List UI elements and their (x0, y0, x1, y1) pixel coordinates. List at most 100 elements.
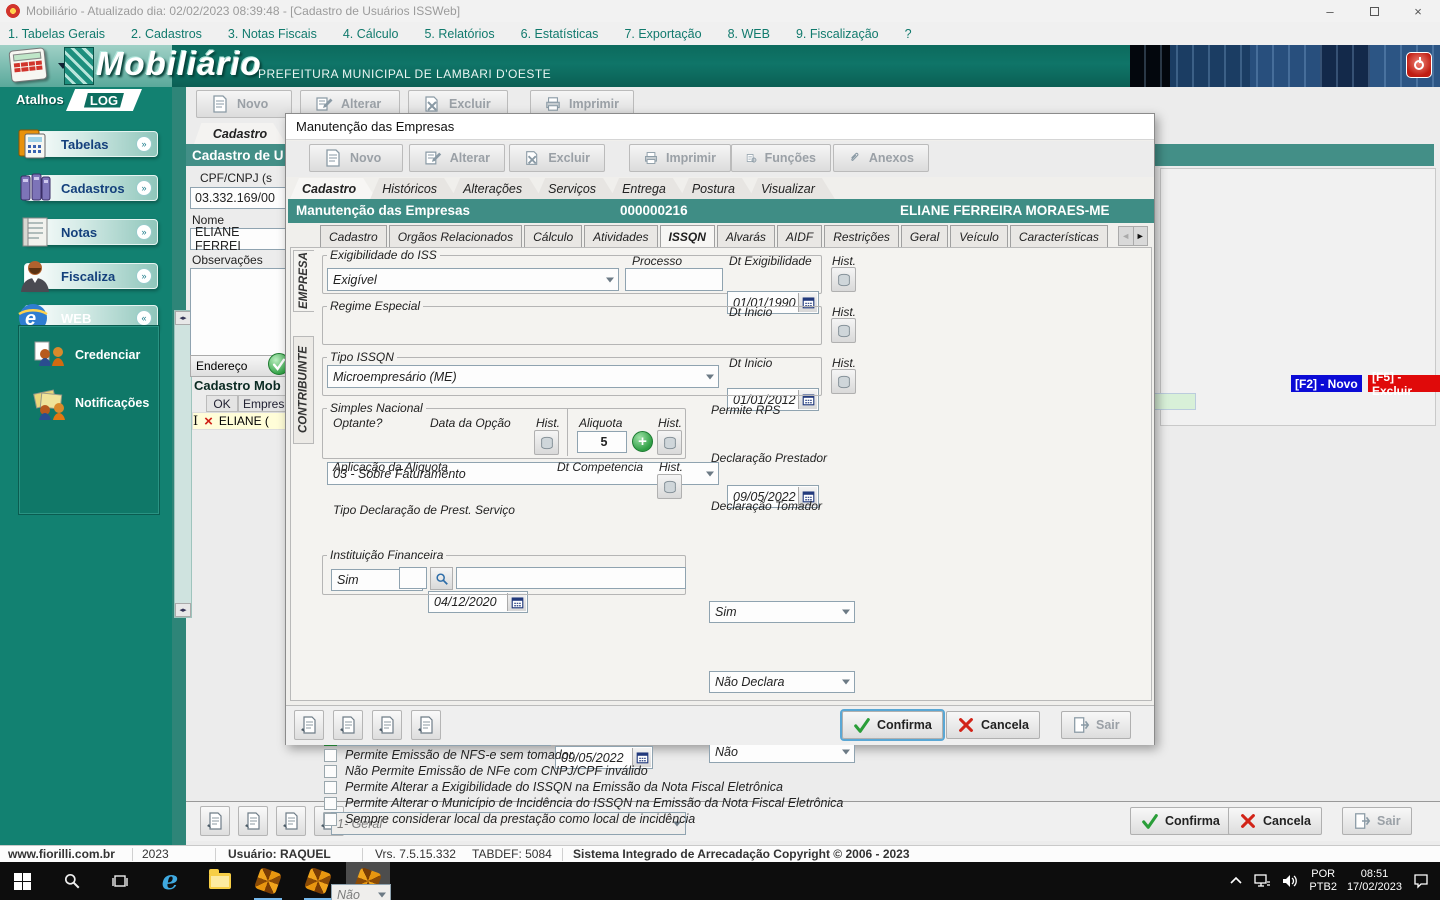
tab-visualizar[interactable]: Visualizar (749, 178, 835, 199)
add-aliquota-button[interactable]: + (632, 431, 653, 452)
dialog-novo-button[interactable]: Novo (309, 144, 403, 172)
hist-regime-button[interactable] (831, 318, 856, 343)
local-prestacao-checkbox[interactable] (324, 813, 337, 826)
maximize-button[interactable] (1352, 0, 1396, 22)
power-button[interactable] (1406, 52, 1432, 78)
menu-notas-fiscais[interactable]: 3. Notas Fiscais (228, 27, 317, 41)
tab-aidf[interactable]: AIDF (776, 225, 823, 247)
notifications-icon[interactable] (1412, 873, 1430, 889)
sidebar-item-cadastros[interactable]: Cadastros » (20, 173, 158, 201)
start-button[interactable] (0, 862, 44, 900)
sidebar-item-notas[interactable]: Notas » (22, 217, 158, 247)
close-button[interactable]: × (1396, 0, 1440, 22)
clock[interactable]: 08:51 17/02/2023 (1347, 868, 1402, 894)
menu-tabelas-gerais[interactable]: 1. Tabelas Gerais (8, 27, 105, 41)
tab-cadastro[interactable]: Cadastro (290, 178, 376, 199)
dialog-imprimir-button[interactable]: Imprimir (629, 144, 731, 172)
side-tab-contribuinte[interactable]: CONTRIBUINTE (293, 336, 314, 444)
volume-icon[interactable] (1281, 873, 1299, 889)
instituicao-select[interactable]: Não (331, 884, 391, 900)
tab-calculo[interactable]: Cálculo (524, 225, 583, 247)
tab-alvaras[interactable]: Alvarás (716, 225, 775, 247)
taskbar-app1-button[interactable] (246, 862, 290, 900)
sidebar-item-fiscaliza[interactable]: Fiscaliza » (21, 261, 158, 292)
taskbar-explorer-button[interactable] (198, 862, 242, 900)
calendar-icon[interactable] (507, 593, 526, 611)
grid-col-ok[interactable]: OK (206, 395, 238, 412)
tab-restricoes[interactable]: Restrições (824, 225, 899, 247)
menu-calculo[interactable]: 4. Cálculo (343, 27, 399, 41)
dialog-cancela-button[interactable]: Cancela (946, 711, 1040, 739)
sidebar-tab-atalhos[interactable]: Atalhos (16, 92, 64, 107)
calculator-icon[interactable] (8, 47, 48, 83)
chevron-expand-icon[interactable]: » (136, 224, 152, 240)
tab-scroll-left-icon[interactable]: ◄ (1119, 227, 1133, 245)
tab-issqn[interactable]: ISSQN (659, 225, 715, 247)
taskbar-ie-button[interactable]: e (148, 862, 192, 900)
tab-atividades[interactable]: Atividades (584, 225, 658, 247)
tab-historicos[interactable]: Históricos (370, 178, 457, 199)
exigibilidade-select[interactable]: Exigível (327, 268, 619, 291)
instituicao-name-field[interactable] (456, 567, 686, 589)
menu-estatisticas[interactable]: 6. Estatísticas (521, 27, 599, 41)
record-prev-button[interactable] (333, 710, 363, 740)
record-last-button[interactable] (411, 710, 441, 740)
hist-exigibilidade-button[interactable] (831, 267, 856, 292)
record-prev-button[interactable] (238, 806, 268, 836)
processo-field[interactable] (625, 268, 723, 291)
menu-relatorios[interactable]: 5. Relatórios (424, 27, 494, 41)
hist-optante-button[interactable] (534, 430, 559, 455)
menu-help[interactable]: ? (905, 27, 912, 41)
dialog-confirma-button[interactable]: Confirma (840, 709, 945, 741)
tray-expand-icon[interactable] (1229, 874, 1243, 888)
menu-cadastros[interactable]: 2. Cadastros (131, 27, 202, 41)
instituicao-search-button[interactable] (430, 567, 453, 590)
tab-geral[interactable]: Geral (900, 225, 949, 247)
dialog-alterar-button[interactable]: Alterar (409, 144, 505, 172)
nfe-cnpj-invalido-checkbox[interactable] (324, 765, 337, 778)
tab-veiculo[interactable]: Veículo (950, 225, 1008, 247)
declaracao-prestador-select[interactable]: Não Declara (709, 671, 855, 693)
alterar-municipio-checkbox[interactable] (324, 797, 337, 810)
record-first-button[interactable] (294, 710, 324, 740)
tab-orgaos-relacionados[interactable]: Orgãos Relacionados (388, 225, 523, 247)
chevron-collapse-icon[interactable]: « (136, 310, 152, 326)
chevron-expand-icon[interactable]: » (136, 136, 152, 152)
observacoes-field[interactable] (190, 268, 286, 360)
scroll-arrow-icon[interactable]: ◂▸ (175, 603, 191, 617)
menu-web[interactable]: 8. WEB (728, 27, 770, 41)
sidebar-tab-log[interactable]: LOG (66, 89, 142, 111)
chevron-expand-icon[interactable]: » (136, 180, 152, 196)
novo-button[interactable]: Novo (196, 90, 292, 118)
hist-competencia-button[interactable] (657, 474, 682, 499)
cpf-field[interactable]: 03.332.169/00 (190, 187, 286, 209)
nfse-sem-tomador-checkbox[interactable] (324, 749, 337, 762)
tab-scroll-buttons[interactable]: ◄ ► (1118, 226, 1148, 246)
record-next-button[interactable] (276, 806, 306, 836)
tab-caracteristicas[interactable]: Características (1009, 225, 1108, 247)
grid-row[interactable]: I × ELIANE ( (192, 412, 286, 430)
tab-servicos[interactable]: Serviços (536, 178, 616, 199)
minimize-button[interactable]: – (1308, 0, 1352, 22)
menu-fiscalizacao[interactable]: 9. Fiscalização (796, 27, 879, 41)
tab-scroll-right-icon[interactable]: ► (1132, 227, 1148, 245)
sidebar-item-credenciar[interactable]: Credenciar (19, 340, 159, 370)
tab-alteracoes[interactable]: Alterações (451, 178, 542, 199)
dialog-funcoes-button[interactable]: Funções (731, 144, 831, 172)
chevron-expand-icon[interactable]: » (136, 268, 152, 284)
dialog-anexos-button[interactable]: Anexos (833, 144, 929, 172)
task-view-button[interactable] (98, 862, 142, 900)
grid-col-empresa[interactable]: Empresa (238, 395, 291, 412)
sidebar-item-tabelas[interactable]: Tabelas » (18, 129, 158, 159)
network-icon[interactable] (1253, 873, 1271, 889)
menu-exportacao[interactable]: 7. Exportação (624, 27, 701, 41)
scroll-arrow-icon[interactable]: ◂▸ (175, 311, 191, 325)
language-indicator[interactable]: POR PTB2 (1309, 868, 1337, 894)
side-tab-empresa[interactable]: EMPRESA (293, 250, 314, 312)
tab-postura[interactable]: Postura (680, 178, 755, 199)
dialog-sair-button[interactable]: Sair (1061, 711, 1131, 739)
tab-cadastro2[interactable]: Cadastro (320, 225, 387, 247)
alterar-exigibilidade-checkbox[interactable] (324, 781, 337, 794)
hist-aliquota-button[interactable] (657, 430, 682, 455)
confirma-button[interactable]: Confirma (1130, 807, 1231, 835)
